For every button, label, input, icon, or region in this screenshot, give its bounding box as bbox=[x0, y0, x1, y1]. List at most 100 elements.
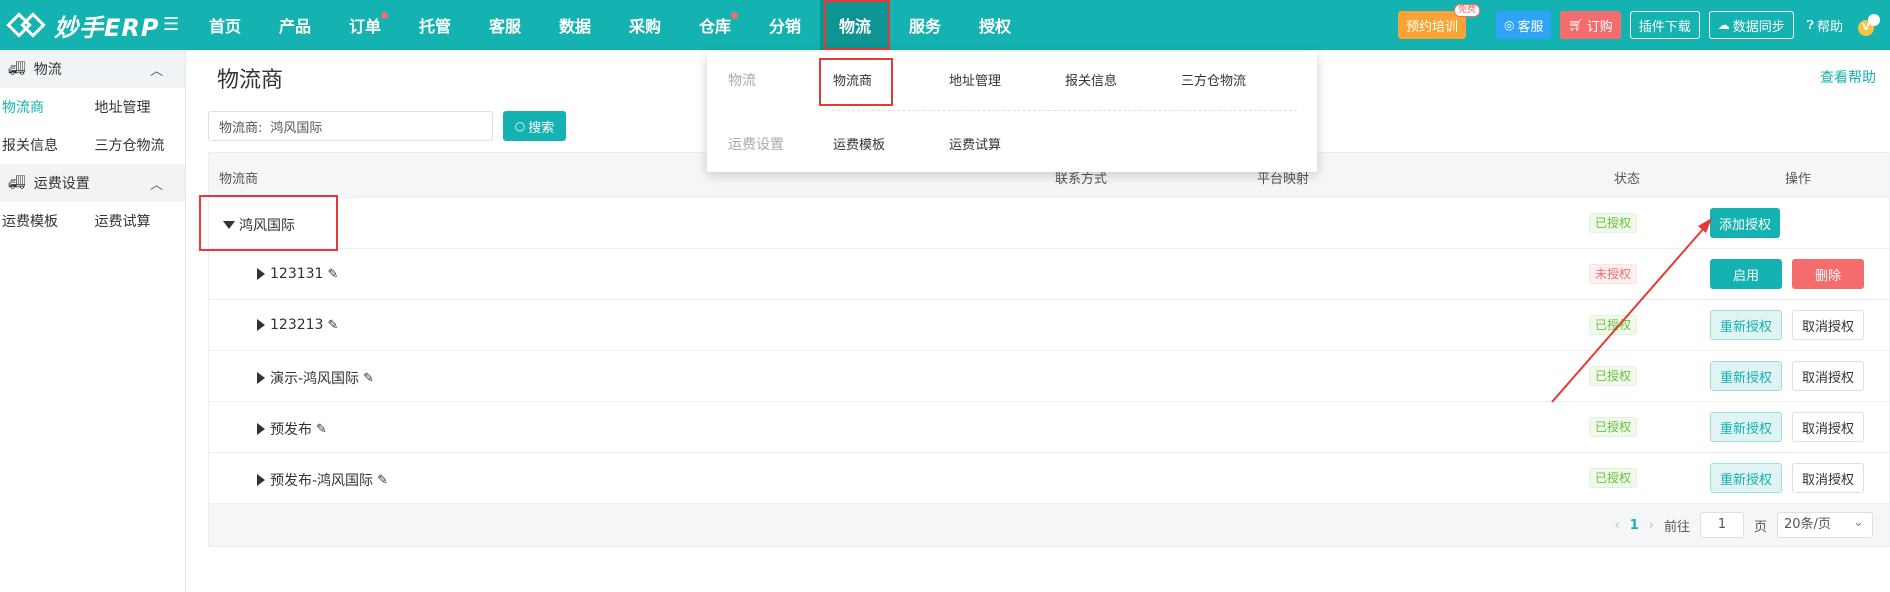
cart-icon: 🛒︎ bbox=[1568, 18, 1584, 32]
nav-item-data[interactable]: 数据 bbox=[540, 0, 610, 50]
sidebar-group-freight[interactable]: 🚚︎ 运费设置 ︿ bbox=[0, 164, 185, 202]
truck-icon: 🚚︎ bbox=[8, 175, 26, 191]
cancel-authorization-button[interactable]: 取消授权 bbox=[1792, 310, 1865, 340]
reauthorize-button[interactable]: 重新授权 bbox=[1710, 310, 1783, 340]
account-name[interactable]: 123131 ✎ bbox=[257, 266, 338, 282]
nav-item-orders[interactable]: 订单 bbox=[330, 0, 400, 50]
reauthorize-button[interactable]: 重新授权 bbox=[1710, 361, 1783, 391]
enable-button[interactable]: 启用 bbox=[1710, 259, 1782, 289]
plugin-download-button[interactable]: 插件下载 bbox=[1629, 11, 1700, 39]
dropdown-link-freight-calc[interactable]: 运费试算 bbox=[949, 134, 1001, 153]
filter-value: 鸿风国际 bbox=[270, 120, 323, 136]
training-button[interactable]: 预约培训 免费 bbox=[1397, 4, 1480, 39]
cancel-authorization-button[interactable]: 取消授权 bbox=[1792, 361, 1865, 391]
status-badge: 已授权 bbox=[1589, 468, 1638, 488]
account-name-label: 预发布-鸿风国际 bbox=[270, 473, 374, 489]
account-name-label: 预发布 bbox=[270, 422, 312, 438]
account-name[interactable]: 123213 ✎ bbox=[257, 317, 338, 333]
sidebar-item-address[interactable]: 地址管理 bbox=[93, 97, 186, 117]
expand-caret-icon[interactable] bbox=[257, 423, 265, 435]
order-label: 订购 bbox=[1586, 19, 1613, 35]
dropdown-link-freight-template[interactable]: 运费模板 bbox=[833, 134, 885, 153]
logo[interactable]: 妙手ERP bbox=[6, 6, 159, 44]
reauthorize-button[interactable]: 重新授权 bbox=[1710, 463, 1783, 493]
reauthorize-button[interactable]: 重新授权 bbox=[1710, 412, 1783, 442]
sidebar: 🚚︎ 物流 ︿ 物流商 地址管理 报关信息 三方仓物流 🚚︎ 运费设置 ︿ 运费… bbox=[0, 50, 186, 592]
chevron-up-icon: ︿ bbox=[149, 178, 163, 193]
question-icon: ❓︎ bbox=[1806, 17, 1814, 32]
sync-label: 数据同步 bbox=[1732, 19, 1785, 35]
sidebar-item-freight-calc[interactable]: 运费试算 bbox=[93, 211, 186, 231]
menu-toggle-icon[interactable]: ☰ bbox=[163, 14, 179, 35]
annotation-box-dropdown-provider bbox=[819, 58, 893, 106]
sidebar-item-provider[interactable]: 物流商 bbox=[0, 97, 93, 117]
status-badge: 未授权 bbox=[1589, 264, 1638, 284]
support-button[interactable]: ◎ 客服 bbox=[1495, 11, 1552, 39]
dropdown-link-address[interactable]: 地址管理 bbox=[949, 70, 1001, 89]
header-provider: 物流商 bbox=[219, 172, 259, 187]
cancel-authorization-button[interactable]: 取消授权 bbox=[1792, 463, 1865, 493]
edit-icon[interactable]: ✎ bbox=[363, 371, 374, 386]
nav-item-products[interactable]: 产品 bbox=[260, 0, 330, 50]
sidebar-item-customs[interactable]: 报关信息 bbox=[0, 135, 93, 155]
help-button[interactable]: ❓︎ 帮助 bbox=[1803, 11, 1847, 39]
sidebar-group-logistics[interactable]: 🚚︎ 物流 ︿ bbox=[0, 50, 185, 88]
account-name[interactable]: 演示-鸿风国际 ✎ bbox=[257, 368, 374, 388]
main-nav: 首页 产品 订单 托管 客服 数据 采购 仓库 分销 物流 服务 授权 bbox=[190, 0, 1030, 50]
delete-button[interactable]: 删除 bbox=[1792, 259, 1864, 289]
nav-item-home[interactable]: 首页 bbox=[190, 0, 260, 50]
prev-page-icon[interactable]: ‹ bbox=[1615, 518, 1620, 533]
status-badge: 已授权 bbox=[1589, 315, 1638, 335]
page-unit-label: 页 bbox=[1753, 519, 1767, 535]
view-help-link[interactable]: 查看帮助 bbox=[1820, 67, 1876, 87]
nav-item-distribution[interactable]: 分销 bbox=[750, 0, 820, 50]
expand-caret-icon[interactable] bbox=[257, 268, 265, 280]
expand-caret-icon[interactable] bbox=[257, 372, 265, 384]
nav-item-authorization[interactable]: 授权 bbox=[960, 0, 1030, 50]
nav-item-warehouse[interactable]: 仓库 bbox=[680, 0, 750, 50]
sidebar-item-freight-template[interactable]: 运费模板 bbox=[0, 211, 93, 231]
data-sync-button[interactable]: ☁ 数据同步 bbox=[1708, 11, 1794, 39]
edit-icon[interactable]: ✎ bbox=[316, 422, 327, 437]
order-button[interactable]: 🛒︎ 订购 bbox=[1560, 11, 1621, 39]
nav-item-hosting[interactable]: 托管 bbox=[400, 0, 470, 50]
dropdown-link-customs[interactable]: 报关信息 bbox=[1065, 70, 1117, 89]
avatar[interactable]: V bbox=[1856, 12, 1882, 38]
next-page-icon[interactable]: › bbox=[1649, 518, 1654, 533]
expand-caret-icon[interactable] bbox=[257, 319, 265, 331]
provider-table: 物流商 联系方式 平台映射 状态 操作 鸿风国际 已授权 添加授权 123131… bbox=[208, 152, 1890, 547]
account-name[interactable]: 预发布-鸿风国际 ✎ bbox=[257, 470, 388, 490]
dropdown-divider bbox=[832, 110, 1297, 111]
table-row: 123131 ✎ 未授权 启用 删除 bbox=[209, 249, 1889, 300]
dropdown-link-3pl[interactable]: 三方仓物流 bbox=[1181, 70, 1246, 89]
nav-item-logistics[interactable]: 物流 bbox=[820, 0, 890, 50]
page-size-select[interactable]: 20条/页 bbox=[1777, 511, 1873, 538]
table-row: 预发布-鸿风国际 ✎ 已授权 重新授权 取消授权 bbox=[209, 453, 1889, 504]
cancel-authorization-button[interactable]: 取消授权 bbox=[1792, 412, 1865, 442]
sidebar-item-3pl[interactable]: 三方仓物流 bbox=[93, 135, 186, 155]
account-name-label: 123131 bbox=[270, 266, 324, 282]
status-badge: 已授权 bbox=[1589, 417, 1638, 437]
notification-dot bbox=[381, 12, 388, 19]
account-name[interactable]: 预发布 ✎ bbox=[257, 419, 327, 439]
help-label: 帮助 bbox=[1816, 19, 1843, 35]
table-row: 预发布 ✎ 已授权 重新授权 取消授权 bbox=[209, 402, 1889, 453]
current-page[interactable]: 1 bbox=[1630, 518, 1639, 533]
pagination: ‹ 1 › 前往 1 页 20条/页 bbox=[1615, 511, 1873, 538]
nav-item-service[interactable]: 客服 bbox=[470, 0, 540, 50]
edit-icon[interactable]: ✎ bbox=[327, 318, 338, 333]
provider-filter-input[interactable]: 物流商: 鸿风国际 bbox=[208, 111, 493, 141]
add-authorization-button[interactable]: 添加授权 bbox=[1710, 208, 1781, 238]
search-button[interactable]: ○ 搜索 bbox=[503, 111, 566, 141]
nav-item-label: 仓库 bbox=[698, 17, 731, 36]
expand-caret-icon[interactable] bbox=[257, 474, 265, 486]
page-jump-input[interactable]: 1 bbox=[1699, 512, 1744, 538]
nav-item-purchase[interactable]: 采购 bbox=[610, 0, 680, 50]
nav-item-services[interactable]: 服务 bbox=[890, 0, 960, 50]
table-row: 123213 ✎ 已授权 重新授权 取消授权 bbox=[209, 300, 1889, 351]
table-footer: ‹ 1 › 前往 1 页 20条/页 bbox=[209, 504, 1889, 546]
search-label: 搜索 bbox=[528, 120, 555, 136]
logistics-dropdown: 物流 物流商 地址管理 报关信息 三方仓物流 运费设置 运费模板 运费试算 bbox=[707, 52, 1317, 172]
edit-icon[interactable]: ✎ bbox=[327, 267, 338, 282]
edit-icon[interactable]: ✎ bbox=[377, 473, 388, 488]
